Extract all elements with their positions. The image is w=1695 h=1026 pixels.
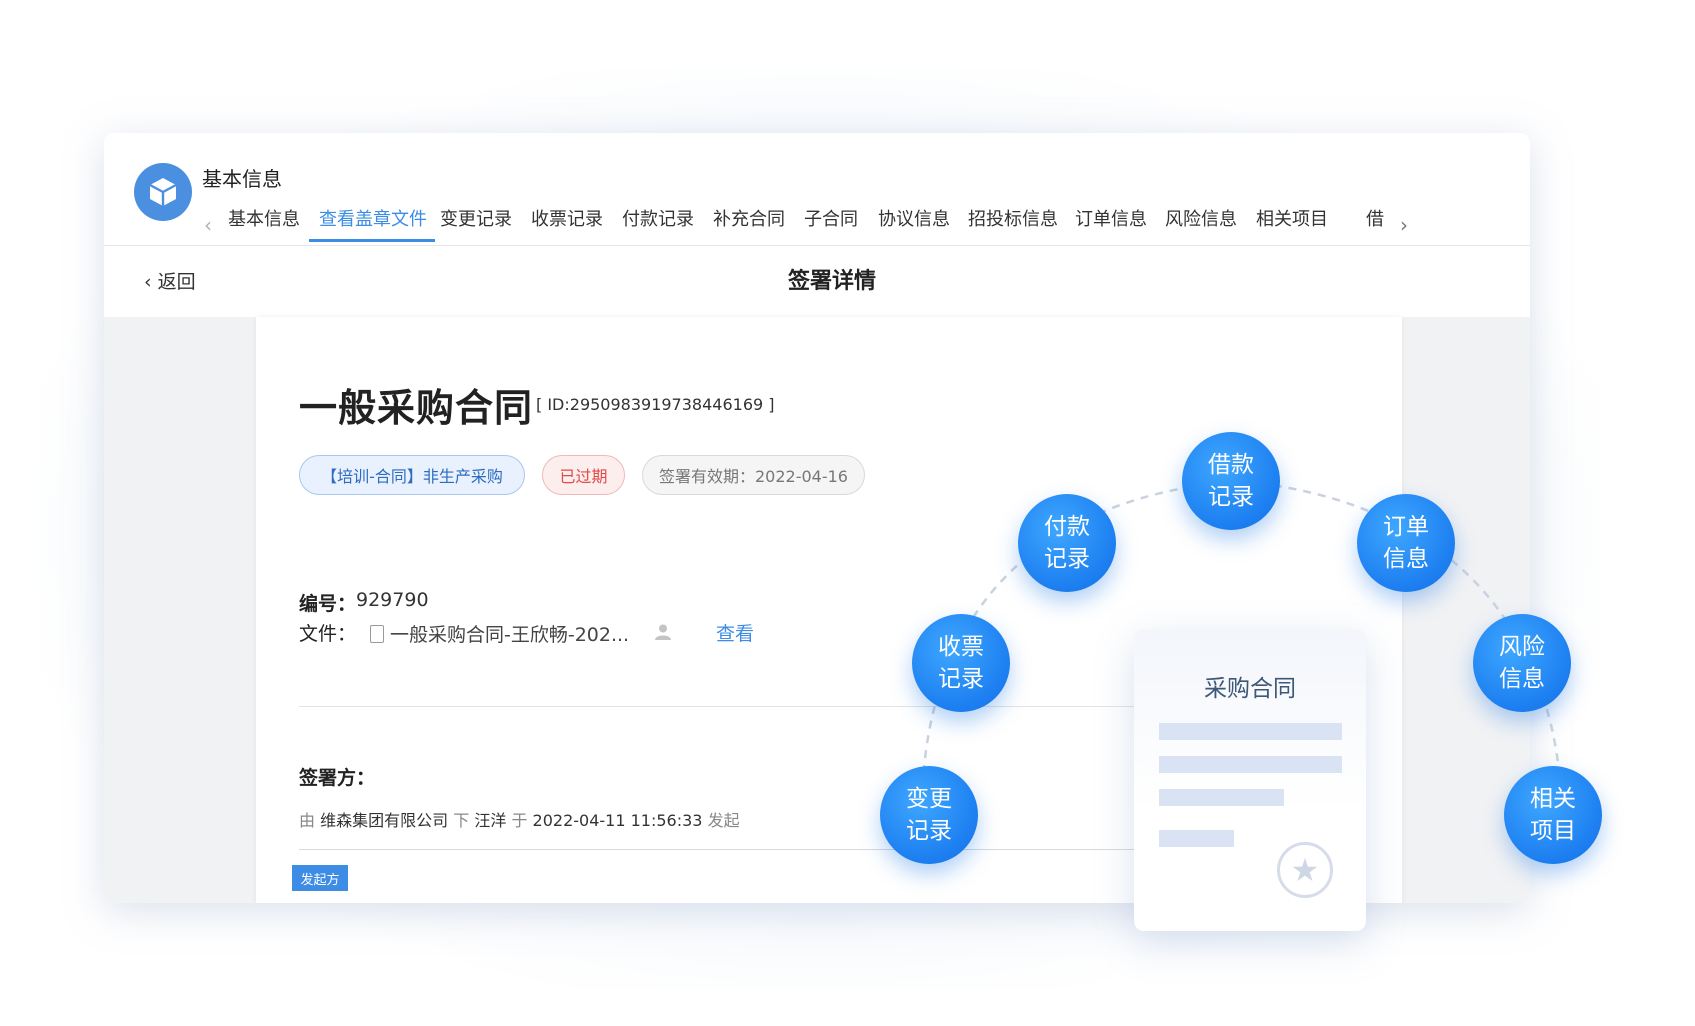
node-change-records[interactable]: 变更 记录 [880, 766, 978, 864]
text-line-placeholder [1159, 756, 1342, 773]
node-invoice-records[interactable]: 收票 记录 [912, 614, 1010, 712]
contract-card: 采购合同 ★ [1134, 629, 1366, 931]
text-line-placeholder [1159, 830, 1234, 847]
text-line-placeholder [1159, 789, 1284, 806]
contract-card-title: 采购合同 [1204, 676, 1296, 702]
node-payment-records[interactable]: 付款 记录 [1018, 494, 1116, 592]
node-related-projects[interactable]: 相关 项目 [1504, 766, 1602, 864]
text-line-placeholder [1159, 723, 1342, 740]
star-seal-icon: ★ [1277, 842, 1333, 898]
node-loan-records[interactable]: 借款 记录 [1182, 432, 1280, 530]
node-order-info[interactable]: 订单 信息 [1357, 494, 1455, 592]
node-risk-info[interactable]: 风险 信息 [1473, 614, 1571, 712]
